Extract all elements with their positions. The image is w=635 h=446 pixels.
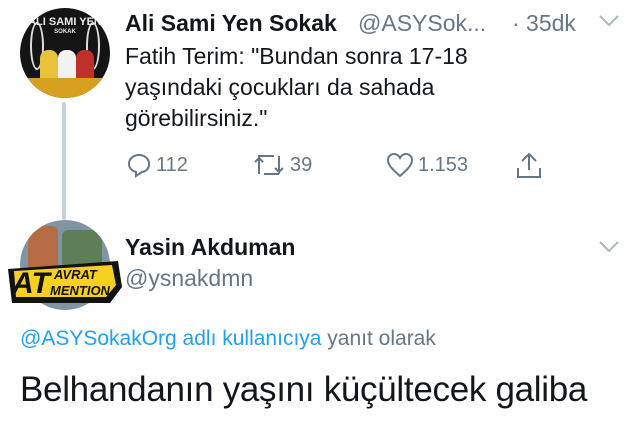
- avatar-banner: [20, 78, 110, 98]
- badge-at-text: AT: [12, 267, 50, 300]
- chevron-down-icon[interactable]: [598, 240, 620, 259]
- reply-suffix: yanıt olarak: [321, 327, 436, 350]
- avatar[interactable]: ALI SAMI YEN SOKAK: [20, 8, 110, 98]
- reply-context: @ASYSokakOrg adlı kullanıcıya yanıt olar…: [20, 327, 436, 351]
- author-handle[interactable]: @ASYSok...: [358, 10, 486, 37]
- avatar-logo-text: ALI SAMI YEN: [28, 16, 102, 28]
- chevron-down-icon[interactable]: [598, 14, 620, 33]
- reply-count: 112: [156, 153, 188, 176]
- author-name[interactable]: Yasin Akduman: [125, 234, 295, 261]
- badge-bottom-text: MENTION: [50, 283, 110, 298]
- retweet-button[interactable]: 39: [252, 152, 312, 178]
- avrat-mention-badge: AT AVRAT MENTION: [6, 257, 124, 307]
- reply-icon: [127, 153, 151, 178]
- author-handle[interactable]: @ysnakdmn: [125, 265, 253, 292]
- avatar-logo-subtext: SOKAK: [54, 29, 76, 35]
- share-button[interactable]: [515, 150, 547, 180]
- tweet-time[interactable]: · 35dk: [512, 10, 576, 37]
- like-icon: [386, 152, 414, 178]
- reply-mention-link[interactable]: @ASYSokakOrg adlı kullanıcıya: [20, 327, 321, 350]
- reply-button[interactable]: 112: [126, 152, 188, 178]
- tweet-text: Belhandanın yaşını küçültecek galiba: [20, 370, 588, 409]
- retweet-icon: [254, 155, 284, 175]
- badge-top-text: AVRAT: [54, 267, 97, 282]
- like-button[interactable]: 1.153: [386, 152, 468, 178]
- retweet-count: 39: [290, 153, 313, 176]
- share-icon: [517, 152, 541, 178]
- author-name[interactable]: Ali Sami Yen Sokak: [125, 10, 337, 37]
- like-count: 1.153: [418, 153, 469, 176]
- tweet-text: Fatih Terim: "Bundan sonra 17-18 yaşında…: [125, 43, 468, 131]
- thread-line: [62, 102, 66, 220]
